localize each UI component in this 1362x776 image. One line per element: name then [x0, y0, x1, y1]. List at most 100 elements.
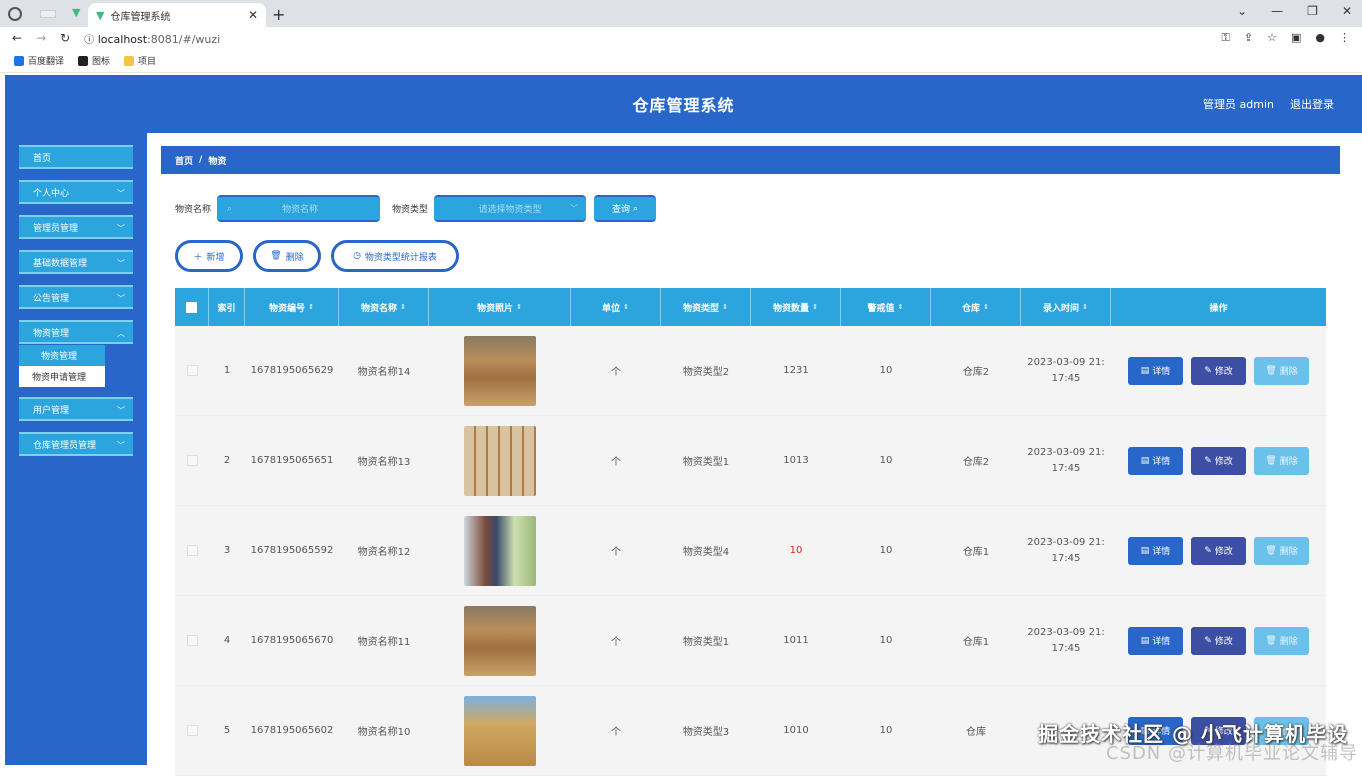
column-header[interactable]: 物资照片 ⇕: [429, 288, 571, 326]
photo-cell: [429, 596, 571, 685]
sidebar-item-users[interactable]: 用户管理 ﹀: [19, 397, 133, 421]
tab-placeholder-icon[interactable]: [40, 10, 56, 18]
column-header[interactable]: 单位 ⇕: [571, 288, 661, 326]
sidebar-item-profile[interactable]: 个人中心 ﹀: [19, 180, 133, 204]
app-header: 仓库管理系统 管理员 admin 退出登录: [5, 75, 1362, 133]
close-tab-icon[interactable]: ✕: [248, 8, 258, 22]
warn-cell: 10: [879, 725, 893, 736]
browser-menu-icon[interactable]: [8, 7, 22, 21]
material-photo[interactable]: [464, 515, 536, 586]
query-button[interactable]: 查询 ⌕: [594, 195, 657, 222]
warehouse-cell: 仓库1: [962, 547, 990, 558]
browser-tab-active[interactable]: ▼ 仓库管理系统 ✕: [88, 3, 266, 27]
sort-icon[interactable]: ⇕: [400, 303, 406, 311]
new-tab-icon[interactable]: +: [272, 5, 285, 24]
row-checkbox[interactable]: [186, 725, 198, 736]
detail-button[interactable]: ▤ 详情: [1128, 356, 1183, 385]
profile-icon[interactable]: ●: [1315, 31, 1325, 45]
back-icon[interactable]: ←: [12, 31, 22, 45]
bookmark-item[interactable]: 百度翻译: [14, 54, 64, 67]
row-checkbox[interactable]: [186, 365, 198, 376]
select-all-checkbox[interactable]: [186, 301, 197, 313]
column-header[interactable]: 警戒值 ⇕: [841, 288, 931, 326]
table-row[interactable]: 3 1678195065592 物资名称12 个 物资类型4 10 10 仓库1…: [175, 506, 1326, 596]
bookmark-item[interactable]: 项目: [124, 54, 156, 67]
qty-cell: 10: [789, 545, 803, 556]
stats-report-button[interactable]: ◷ 物资类型统计报表: [331, 240, 459, 272]
column-header[interactable]: 录入时间 ⇕: [1021, 288, 1111, 326]
sort-icon[interactable]: ⇕: [1082, 303, 1088, 311]
submenu-item-requests[interactable]: 物资申请管理: [19, 366, 105, 387]
sort-icon[interactable]: ⇕: [516, 303, 522, 311]
column-header: 操作: [1111, 288, 1326, 326]
material-photo[interactable]: [464, 425, 536, 496]
header-label: 物资名称: [361, 303, 398, 314]
sidebar-item-label: 物资管理: [33, 328, 70, 339]
bookmarks-bar: 百度翻译 图标 项目: [0, 49, 1362, 73]
column-header[interactable]: 物资编号 ⇕: [245, 288, 339, 326]
row-delete-button[interactable]: 🗑 删除: [1254, 446, 1309, 475]
restore-icon[interactable]: ❐: [1307, 4, 1318, 18]
close-window-icon[interactable]: ✕: [1342, 4, 1352, 18]
column-header[interactable]: 物资名称 ⇕: [339, 288, 429, 326]
column-header[interactable]: 仓库 ⇕: [931, 288, 1021, 326]
type-select[interactable]: 请选择物资类型 ﹀: [434, 195, 587, 222]
name-search-input[interactable]: ⌕ 物资名称: [217, 195, 381, 222]
submenu-item-materials[interactable]: 物资管理: [19, 345, 105, 366]
delete-button[interactable]: 🗑 删除: [253, 240, 321, 272]
row-delete-button[interactable]: 🗑 删除: [1254, 356, 1309, 385]
star-icon[interactable]: ☆: [1267, 31, 1277, 45]
url-field[interactable]: ⓘ localhost:8081/#/wuzi: [84, 31, 220, 46]
kebab-menu-icon[interactable]: ⋮: [1339, 31, 1350, 45]
row-checkbox[interactable]: [186, 545, 198, 556]
bookmark-item[interactable]: 图标: [78, 54, 110, 67]
sidebar-item-home[interactable]: 首页: [19, 145, 133, 169]
detail-button[interactable]: ▤ 详情: [1128, 446, 1183, 475]
edit-button[interactable]: ✎ 修改: [1191, 446, 1246, 475]
table-row[interactable]: 4 1678195065670 物资名称11 个 物资类型1 1011 10 仓…: [175, 596, 1326, 686]
forward-icon[interactable]: →: [36, 31, 46, 45]
edit-button[interactable]: ✎ 修改: [1191, 356, 1246, 385]
sidebar-item-basedata[interactable]: 基础数据管理 ﹀: [19, 250, 133, 274]
detail-button[interactable]: ▤ 详情: [1128, 536, 1183, 565]
row-delete-button[interactable]: 🗑 删除: [1254, 536, 1309, 565]
breadcrumb-home[interactable]: 首页: [175, 154, 193, 167]
share-icon[interactable]: ⇪: [1244, 31, 1253, 45]
sidebar-item-notices[interactable]: 公告管理 ﹀: [19, 285, 133, 309]
edit-label: 修改: [1214, 547, 1233, 557]
sort-icon[interactable]: ⇕: [898, 303, 904, 311]
sidebar-item-admins[interactable]: 管理员管理 ﹀: [19, 215, 133, 239]
edit-button[interactable]: ✎ 修改: [1191, 536, 1246, 565]
index-cell: 4: [223, 635, 231, 646]
minimize-icon[interactable]: —: [1271, 4, 1283, 18]
sort-icon[interactable]: ⇕: [812, 303, 818, 311]
table-row[interactable]: 2 1678195065651 物资名称13 个 物资类型1 1013 10 仓…: [175, 416, 1326, 506]
stats-label: 物资类型统计报表: [364, 252, 437, 263]
table-row[interactable]: 1 1678195065629 物资名称14 个 物资类型2 1231 10 仓…: [175, 326, 1326, 416]
sort-icon[interactable]: ⇕: [308, 303, 314, 311]
logout-link[interactable]: 退出登录: [1290, 96, 1334, 112]
sort-icon[interactable]: ⇕: [623, 303, 629, 311]
sort-icon[interactable]: ⇕: [722, 303, 728, 311]
sidebar-item-materials[interactable]: 物资管理 ︿: [19, 320, 133, 344]
material-photo[interactable]: [464, 695, 536, 766]
detail-button[interactable]: ▤ 详情: [1128, 626, 1183, 655]
sidebar-item-keepers[interactable]: 仓库管理员管理 ﹀: [19, 432, 133, 456]
sort-icon[interactable]: ⇕: [983, 303, 989, 311]
column-header[interactable]: 物资类型 ⇕: [661, 288, 751, 326]
main-content: 首页 / 物资 物资名称 ⌕ 物资名称 物资类型 请选择物资类型 ﹀ 查询 ⌕ …: [147, 133, 1362, 776]
material-photo[interactable]: [464, 335, 536, 406]
add-button[interactable]: ＋新增: [175, 240, 243, 272]
time-clock: 17:45: [1051, 552, 1081, 564]
row-checkbox[interactable]: [186, 635, 198, 646]
row-delete-button[interactable]: 🗑 删除: [1254, 626, 1309, 655]
edit-button[interactable]: ✎ 修改: [1191, 626, 1246, 655]
column-header[interactable]: 物资数量 ⇕: [751, 288, 841, 326]
key-icon[interactable]: ⚿: [1222, 31, 1230, 45]
ops-cell: ▤ 详情 ✎ 修改 🗑 删除: [1111, 416, 1326, 505]
sidepanel-icon[interactable]: ▣: [1291, 31, 1301, 45]
reload-icon[interactable]: ↻: [60, 31, 70, 45]
chevron-down-icon[interactable]: ⌄: [1237, 4, 1247, 18]
material-photo[interactable]: [464, 605, 536, 676]
row-checkbox[interactable]: [186, 455, 198, 466]
